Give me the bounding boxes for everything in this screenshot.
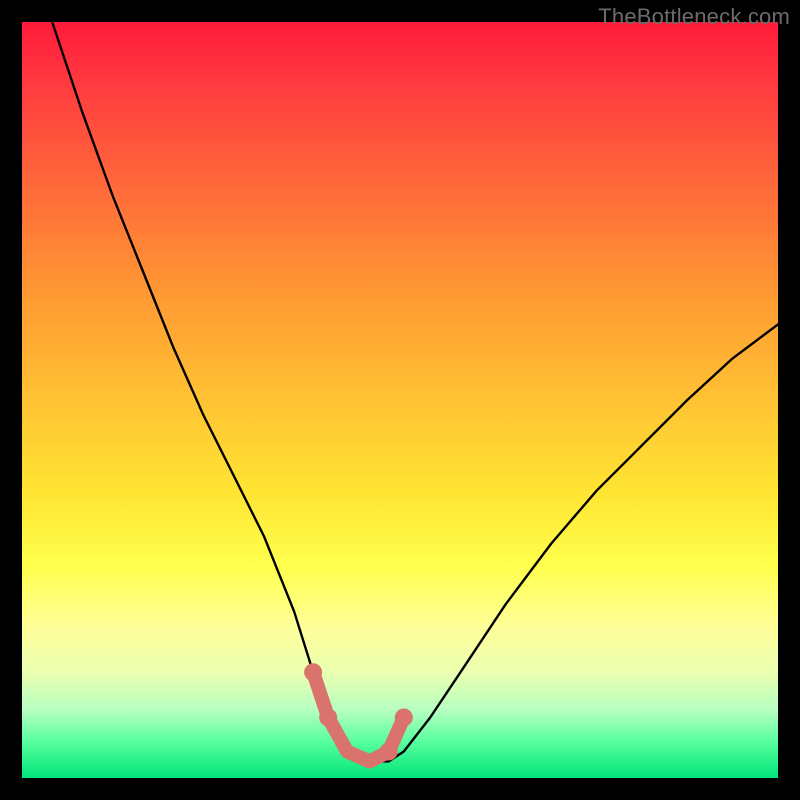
chart-plot-area xyxy=(22,22,778,778)
watermark-text: TheBottleneck.com xyxy=(598,4,790,30)
optimal-marker xyxy=(380,743,398,761)
optimal-marker xyxy=(304,663,322,681)
optimal-marker xyxy=(319,709,337,727)
optimal-marker xyxy=(395,709,413,727)
chart-svg xyxy=(22,22,778,778)
chart-frame: TheBottleneck.com xyxy=(0,0,800,800)
bottleneck-curve-line xyxy=(52,22,778,761)
